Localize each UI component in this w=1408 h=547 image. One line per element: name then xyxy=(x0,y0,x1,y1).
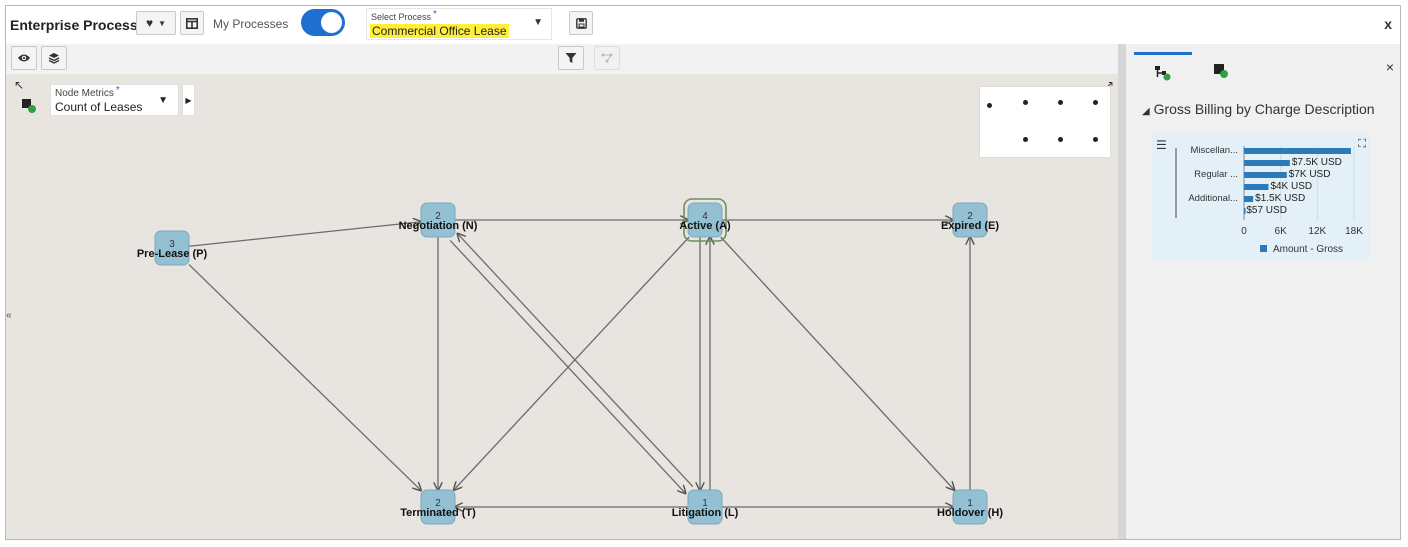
graph-minimap[interactable] xyxy=(979,86,1111,158)
node-label: Holdover (H) xyxy=(937,507,1003,519)
select-process-value: Commercial Office Lease xyxy=(370,24,509,38)
x-tick-label: 0 xyxy=(1241,226,1247,237)
process-node-e[interactable]: 2Expired (E) xyxy=(941,202,999,238)
dropdown-caret-icon: ▼ xyxy=(533,17,543,28)
node-label: Pre-Lease (P) xyxy=(137,248,208,260)
my-processes-toggle[interactable] xyxy=(301,9,345,36)
edge-p-t[interactable] xyxy=(188,264,421,491)
chevron-down-icon: ▼ xyxy=(158,18,167,28)
bar-data-label: $1.5K USD xyxy=(1255,193,1305,204)
close-panel-button[interactable]: × xyxy=(1386,59,1394,75)
caret-right-icon: ▶ xyxy=(185,95,192,105)
node-label: Negotiation (N) xyxy=(399,220,478,232)
edge-p-n[interactable] xyxy=(188,222,421,247)
minimap-node xyxy=(1093,100,1098,105)
collapse-triangle-icon: ◢ xyxy=(1142,106,1150,117)
minimap-node xyxy=(1023,137,1028,142)
process-node-l[interactable]: 1Litigation (L) xyxy=(672,489,739,525)
heart-icon: ♥ xyxy=(145,16,154,30)
node-metrics-icon xyxy=(1214,64,1228,78)
node-metrics-label: Node Metrics * xyxy=(55,85,120,99)
process-node-n[interactable]: 2Negotiation (N) xyxy=(399,202,478,238)
filter-icon xyxy=(565,53,577,63)
app-window: Enterprise Process ♥ ▼ My Processes Sele… xyxy=(5,5,1401,540)
node-metrics-dropdown[interactable]: Node Metrics * Count of Leases ▼ xyxy=(50,84,179,116)
panel-splitter[interactable] xyxy=(1118,44,1126,539)
collapse-arrow-icon[interactable]: ↖ xyxy=(14,78,24,92)
save-icon xyxy=(575,17,587,29)
minimap-node xyxy=(1093,137,1098,142)
toggle-knob xyxy=(321,12,342,33)
left-collapse-icon[interactable]: « xyxy=(6,310,12,321)
x-tick-label: 6K xyxy=(1275,226,1288,237)
tab-node-details[interactable] xyxy=(1192,52,1250,90)
chart-section-title[interactable]: ◢ Gross Billing by Charge Description xyxy=(1142,101,1375,117)
tab-process-metrics[interactable] xyxy=(1134,52,1192,90)
minimap-node xyxy=(1058,100,1063,105)
dropdown-caret-icon: ▼ xyxy=(158,95,168,106)
process-node-h[interactable]: 1Holdover (H) xyxy=(937,489,1003,525)
gross-billing-chart: ☰ ⛶ 0 6K 12K 18K $7.5K USD $7K USD $4K USD $1.5… xyxy=(1152,134,1370,260)
bar[interactable] xyxy=(1244,160,1290,166)
node-metrics-value: Count of Leases xyxy=(55,100,143,114)
legend-label[interactable]: Amount - Gross xyxy=(1273,244,1343,255)
layers-icon xyxy=(48,53,60,64)
legend-swatch xyxy=(1260,245,1267,252)
bar-data-label: $57 USD xyxy=(1246,205,1287,216)
my-processes-label: My Processes xyxy=(213,17,289,31)
bar-chart-svg: 0 6K 12K 18K $7.5K USD$7K USD$4K USD$1.5K US… xyxy=(1175,145,1363,255)
app-title: Enterprise Process xyxy=(10,17,138,33)
category-label: Additional... xyxy=(1188,193,1238,204)
bar-data-label: $7K USD xyxy=(1289,169,1331,180)
node-label: Expired (E) xyxy=(941,220,999,232)
eye-icon xyxy=(18,54,30,62)
canvas-toolbar xyxy=(6,44,1118,74)
node-label: Active (A) xyxy=(679,220,731,232)
node-metrics-icon xyxy=(21,98,37,119)
bar-data-label: $7.5K USD xyxy=(1292,157,1342,168)
bar[interactable] xyxy=(1244,184,1269,190)
bar[interactable] xyxy=(1244,208,1246,214)
select-process-dropdown[interactable]: Select Process * Commercial Office Lease … xyxy=(366,8,552,40)
filter-button[interactable] xyxy=(558,46,584,70)
required-mark: * xyxy=(115,85,120,96)
view-button[interactable] xyxy=(11,46,37,70)
edge-a-t[interactable] xyxy=(454,236,690,490)
process-node-p[interactable]: 3Pre-Lease (P) xyxy=(137,230,208,266)
x-tick-label: 12K xyxy=(1308,226,1326,237)
process-node-a[interactable]: 4Active (A) xyxy=(679,198,731,242)
minimap-node xyxy=(987,103,992,108)
bar[interactable] xyxy=(1244,148,1351,154)
close-window-button[interactable]: x xyxy=(1384,16,1392,32)
metrics-next-button[interactable]: ▶ xyxy=(182,84,195,116)
process-graph: 3Pre-Lease (P) 2Negotiation (N) 4Active (A… xyxy=(137,198,1003,525)
layout-button[interactable] xyxy=(180,11,204,35)
minimap-node xyxy=(1058,137,1063,142)
select-process-label: Select Process * xyxy=(371,9,437,22)
process-map-button[interactable] xyxy=(594,46,620,70)
bar-data-label: $4K USD xyxy=(1270,181,1312,192)
share-nodes-icon xyxy=(601,53,613,63)
node-label: Terminated (T) xyxy=(400,507,476,519)
process-tree-icon xyxy=(1155,65,1171,80)
bar[interactable] xyxy=(1244,172,1287,178)
save-button[interactable] xyxy=(569,11,593,35)
bar[interactable] xyxy=(1244,196,1254,202)
favorites-button[interactable]: ♥ ▼ xyxy=(136,11,176,35)
right-panel: × ◢ Gross Billing by Charge Description … xyxy=(1126,44,1400,539)
minimap-node xyxy=(1023,100,1028,105)
x-tick-label: 18K xyxy=(1345,226,1363,237)
process-node-t[interactable]: 2Terminated (T) xyxy=(400,489,476,525)
layers-button[interactable] xyxy=(41,46,67,70)
edge-a-h[interactable] xyxy=(720,236,955,490)
process-canvas[interactable]: 3 Pre-Lease (P) 2 Negotiation (N) 4 Active (A… xyxy=(6,74,1118,539)
category-label: Regular ... xyxy=(1194,169,1238,180)
node-label: Litigation (L) xyxy=(672,507,739,519)
panel-layout-icon xyxy=(186,17,198,29)
top-toolbar: Enterprise Process ♥ ▼ My Processes Sele… xyxy=(6,6,1400,44)
required-mark: * xyxy=(433,9,437,20)
category-label: Miscellan... xyxy=(1190,145,1238,156)
